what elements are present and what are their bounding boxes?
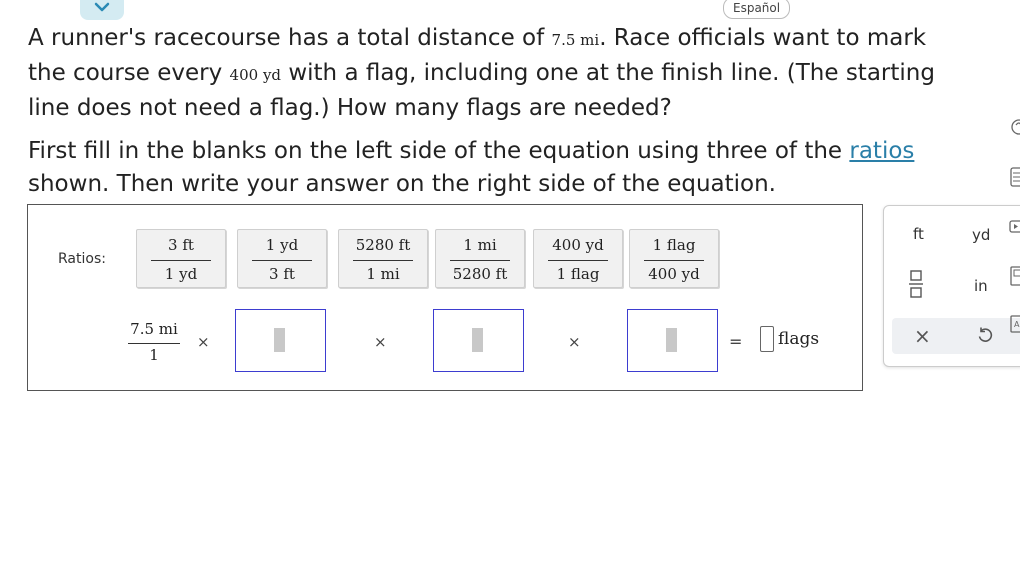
fraction-bar: [151, 260, 211, 261]
unit-keypad: ft yd in ×: [883, 205, 1020, 367]
fraction-bar: [450, 260, 510, 261]
ratio-numerator: 1 yd: [265, 236, 299, 254]
ratio-tile-yd-per-flag[interactable]: 400 yd 1 flag: [533, 229, 623, 288]
ratio-tile-flag-per-yd[interactable]: 1 flag 400 yd: [629, 229, 719, 288]
ratio-tile-yd-per-ft[interactable]: 1 yd 3 ft: [237, 229, 327, 288]
ratio-numerator: 1 flag: [652, 236, 696, 254]
given-denominator: 1: [149, 346, 159, 364]
ratio-numerator: 1 mi: [463, 236, 497, 254]
answer-unit: flags: [778, 329, 820, 349]
given-numerator: 7.5 mi: [130, 320, 178, 338]
ratios-link[interactable]: ratios: [849, 138, 914, 164]
ratio-tile-mi-per-ft[interactable]: 1 mi 5280 ft: [435, 229, 525, 288]
ratio-numerator: 400 yd: [552, 236, 604, 254]
ratio-numerator: 3 ft: [168, 236, 194, 254]
times-sign: ×: [568, 333, 581, 351]
interval-value: 400 yd: [229, 66, 282, 84]
svg-text:A: A: [1014, 320, 1020, 329]
ratio-tile-ft-per-yd[interactable]: 3 ft 1 yd: [136, 229, 226, 288]
answer-input[interactable]: [760, 326, 774, 352]
instructions-text: First fill in the blanks on the left sid…: [28, 135, 958, 201]
fraction-bar: [128, 343, 180, 344]
distance-value: 7.5 mi: [551, 31, 600, 49]
ratio-denominator: 3 ft: [269, 265, 295, 283]
fraction-key[interactable]: [908, 269, 924, 303]
textbook-icon[interactable]: [1008, 266, 1020, 286]
fraction-bar: [353, 260, 413, 261]
equals-sign: =: [729, 332, 743, 351]
ratio-denominator: 5280 ft: [452, 265, 508, 283]
instructions-part-1: First fill in the blanks on the left sid…: [28, 138, 850, 164]
slot-placeholder: [666, 328, 677, 352]
work-area: Ratios: 3 ft 1 yd 1 yd 3 ft 5280 ft 1 mi…: [27, 204, 863, 391]
ratio-slot-1[interactable]: [235, 309, 326, 372]
ft-key[interactable]: ft: [913, 225, 924, 243]
fraction-icon: [909, 270, 923, 298]
fraction-bar: [252, 260, 312, 261]
clear-button[interactable]: ×: [914, 324, 931, 348]
language-button[interactable]: Español: [723, 0, 791, 19]
instructions-part-2: shown. Then write your answer on the rig…: [28, 171, 776, 197]
problem-text: A runner's racecourse has a total distan…: [28, 22, 958, 125]
video-icon[interactable]: [1008, 219, 1020, 235]
glossary-icon[interactable]: A: [1008, 315, 1020, 333]
in-key[interactable]: in: [974, 277, 988, 295]
problem-part-1: A runner's racecourse has a total distan…: [28, 25, 552, 51]
slot-placeholder: [274, 328, 285, 352]
ratio-slot-3[interactable]: [627, 309, 718, 372]
fraction-bar: [548, 260, 608, 261]
ratio-slot-2[interactable]: [433, 309, 524, 372]
ratio-numerator: 5280 ft: [355, 236, 411, 254]
times-sign: ×: [197, 333, 210, 351]
chevron-down-icon: [94, 2, 110, 12]
given-fraction: 7.5 mi 1: [126, 319, 182, 369]
ratio-tile-ft-per-mi[interactable]: 5280 ft 1 mi: [338, 229, 428, 288]
undo-button[interactable]: [976, 326, 994, 348]
times-sign: ×: [374, 333, 387, 351]
ratio-denominator: 1 mi: [366, 265, 400, 283]
undo-icon: [978, 327, 993, 342]
collapse-button[interactable]: [80, 0, 124, 20]
yd-key[interactable]: yd: [972, 226, 990, 244]
ratio-denominator: 1 flag: [556, 265, 600, 283]
slot-placeholder: [472, 328, 483, 352]
fraction-bar: [644, 260, 704, 261]
keypad-actions: ×: [892, 318, 1020, 354]
help-icon[interactable]: [1008, 118, 1020, 135]
ratio-denominator: 400 yd: [648, 265, 700, 283]
ratios-label: Ratios:: [58, 251, 106, 267]
calculator-icon[interactable]: [1008, 167, 1020, 187]
ratio-denominator: 1 yd: [164, 265, 198, 283]
